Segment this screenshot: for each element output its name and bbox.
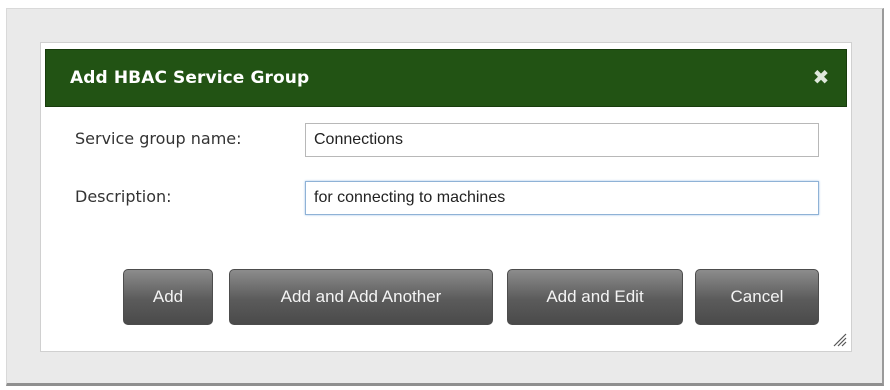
close-icon[interactable]: ✖ [810,66,832,88]
dialog-title: Add HBAC Service Group [70,68,310,88]
description-label: Description: [75,187,172,206]
add-button[interactable]: Add [123,269,213,325]
add-hbac-service-group-dialog: Add HBAC Service Group ✖ Service group n… [40,42,852,352]
dialog-titlebar[interactable]: Add HBAC Service Group ✖ [45,49,847,107]
description-input[interactable] [305,181,819,215]
add-and-add-another-button[interactable]: Add and Add Another [229,269,493,325]
service-group-name-label: Service group name: [75,129,242,148]
page: Add HBAC Service Group ✖ Service group n… [0,0,890,390]
add-and-edit-button[interactable]: Add and Edit [507,269,683,325]
service-group-name-input[interactable] [305,123,819,157]
cancel-button[interactable]: Cancel [695,269,819,325]
resize-handle-icon[interactable] [831,331,847,347]
